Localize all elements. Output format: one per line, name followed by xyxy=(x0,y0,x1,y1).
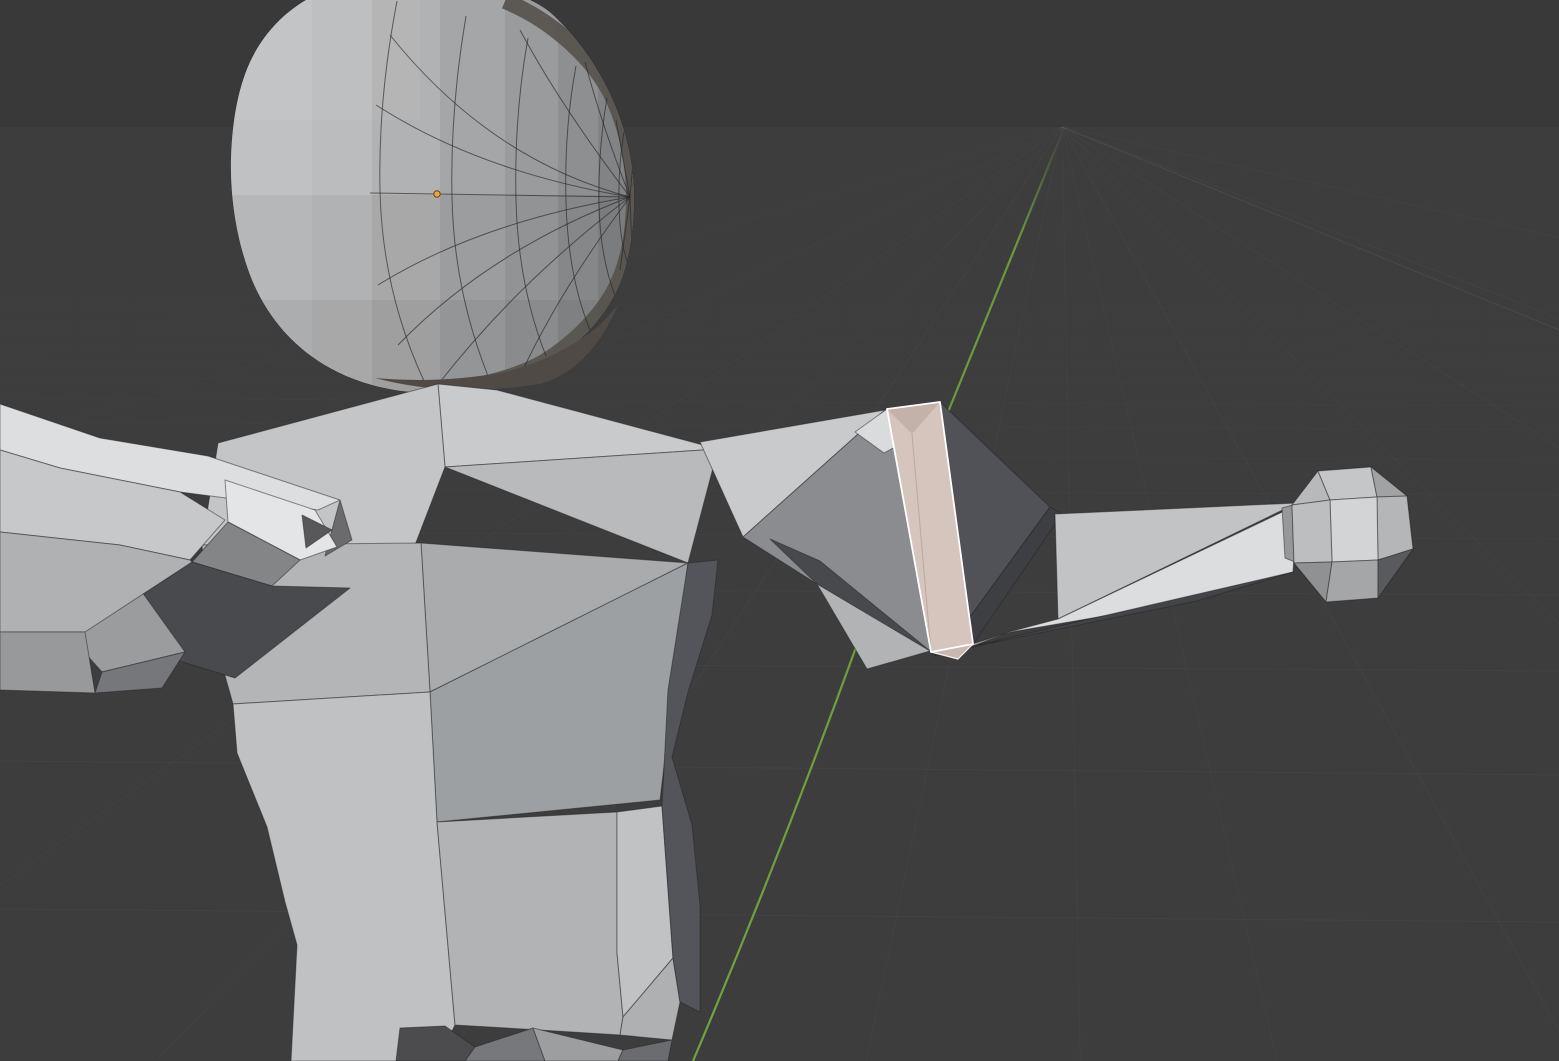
viewport-horizon-band xyxy=(0,0,1559,127)
active-vertex[interactable] xyxy=(434,191,440,197)
viewport-canvas[interactable] xyxy=(0,0,1559,1061)
3d-viewport[interactable] xyxy=(0,0,1559,1061)
